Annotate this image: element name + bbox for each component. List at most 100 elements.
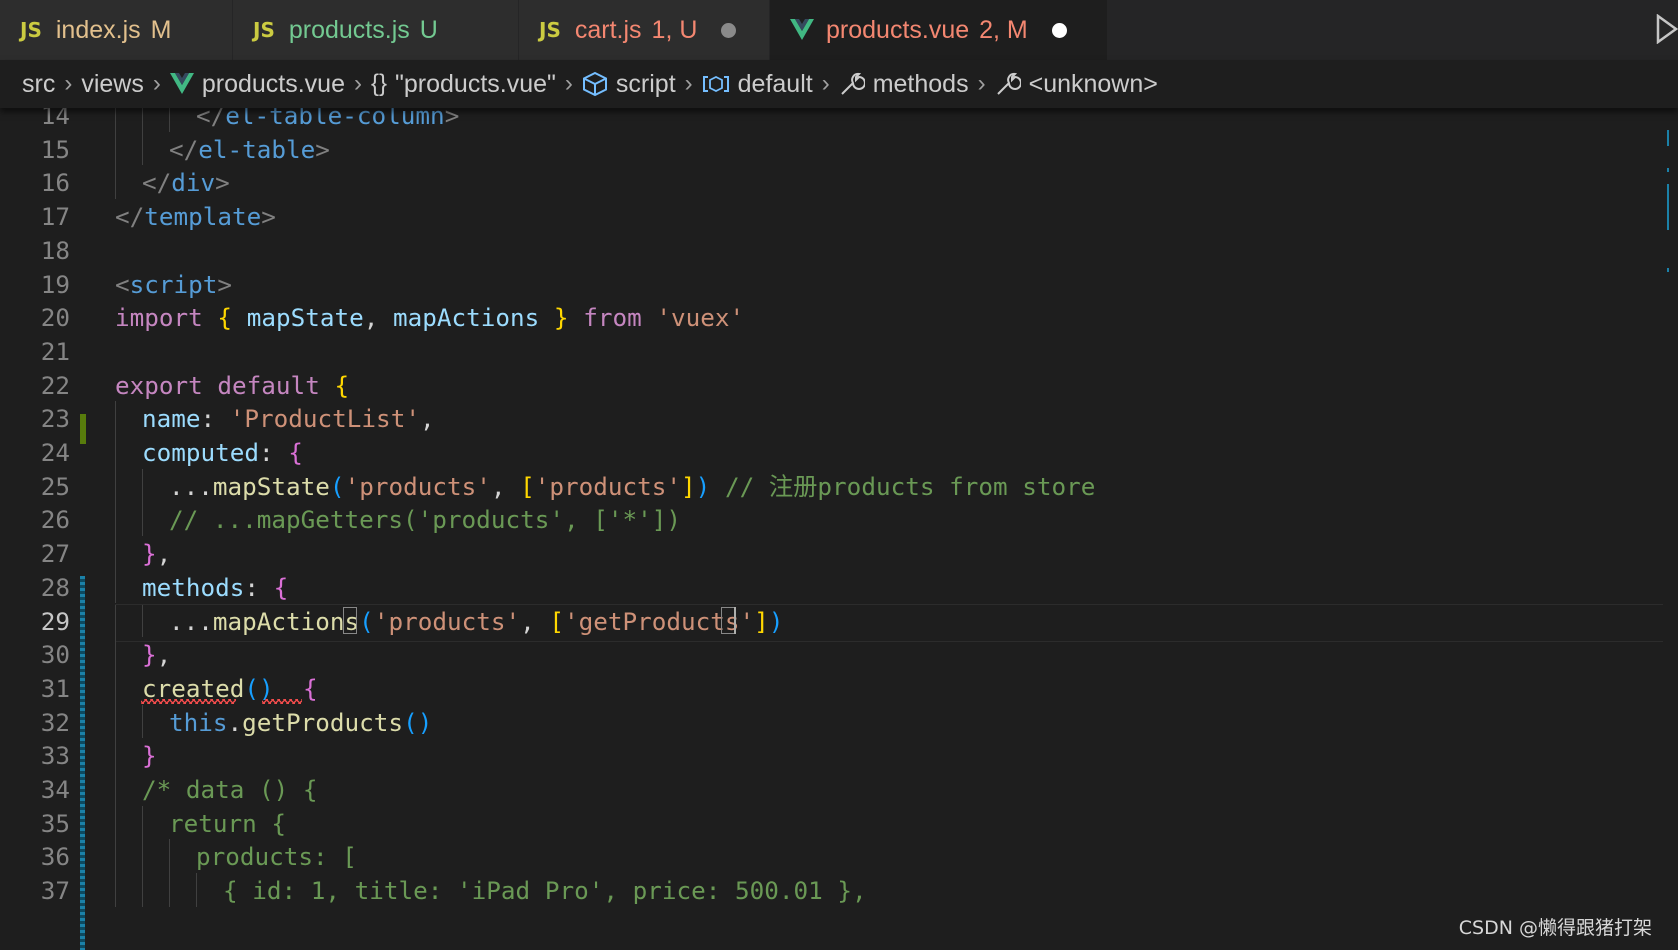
text-cursor (734, 606, 736, 635)
code-line[interactable]: </div> (142, 165, 230, 201)
code-token: : (244, 572, 274, 602)
line-number: 15 (40, 134, 70, 164)
code-token: ( (329, 471, 345, 501)
unsaved-dot-icon[interactable] (721, 22, 737, 38)
code-token: 'products' (373, 606, 521, 636)
code-line[interactable]: methods: { (142, 570, 288, 606)
code-token: { (217, 303, 233, 333)
indent-guide (142, 131, 143, 166)
code-token: from (583, 303, 642, 333)
code-token: el-table (198, 134, 316, 164)
code-line[interactable]: } (142, 738, 157, 774)
overview-ruler (1664, 108, 1678, 950)
line-number: 30 (40, 640, 70, 670)
tab-status: M (150, 15, 172, 44)
code-token: 'ProductList' (229, 404, 420, 434)
line-number: 37 (40, 876, 70, 906)
tab-status: 2, M (979, 15, 1028, 44)
code-token: () (403, 707, 433, 737)
code-token: } (142, 741, 157, 771)
breadcrumb-products-vue[interactable]: products.vue (169, 70, 345, 99)
chevron-right-icon: › (684, 70, 693, 97)
breadcrumb-views[interactable]: views (81, 70, 144, 99)
line-number: 27 (40, 539, 70, 569)
code-token: </ (169, 134, 199, 164)
chevron-right-icon: › (977, 70, 986, 97)
indent-guide (142, 108, 143, 132)
code-token: 'products' (534, 471, 682, 501)
breadcrumb-module[interactable]: {} "products.vue" (371, 70, 556, 99)
tab-cart-js[interactable]: JS cart.js 1, U (519, 0, 770, 60)
run-icon[interactable] (1656, 13, 1678, 49)
tab-products-js[interactable]: JS products.js U (233, 0, 519, 60)
code-line[interactable]: name: 'ProductList', (142, 401, 435, 437)
breadcrumb-src[interactable]: src (22, 70, 55, 99)
breadcrumb-methods[interactable]: methods (839, 70, 969, 99)
indent-guide (115, 108, 116, 132)
code-line[interactable]: this.getProducts() (169, 705, 432, 741)
error-squiggle[interactable] (141, 698, 236, 704)
code-line[interactable]: export default { (115, 368, 349, 404)
code-token: 'products' (344, 471, 491, 501)
unsaved-dot-icon[interactable] (1051, 22, 1067, 38)
code-line[interactable]: }, (142, 536, 171, 572)
watermark: CSDN @懒得跟猪打架 (1458, 917, 1652, 939)
line-number: 24 (40, 438, 70, 467)
code-line[interactable]: // ...mapGetters('products', ['*']) (169, 502, 681, 538)
code-line[interactable]: products: [ (196, 839, 357, 875)
breadcrumb-unknown[interactable]: <unknown> (995, 70, 1158, 99)
code-editor[interactable]: 14 15 16 17 18 19 20 21 22 23 24 25 26 27 28 29 30 31 32 33… (0, 108, 1678, 950)
line-number: 20 (40, 303, 70, 333)
code-line[interactable]: </template> (115, 199, 276, 235)
code-token: [ (549, 606, 564, 636)
indent-guide (142, 468, 143, 503)
line-number: 25 (40, 471, 70, 501)
code-line[interactable]: import { mapState, mapActions } from 'vu… (115, 300, 744, 336)
chevron-right-icon: › (564, 70, 573, 97)
code-token: 'vuex' (656, 303, 745, 333)
code-line[interactable]: computed: { (142, 435, 303, 471)
code-token: name (142, 404, 201, 434)
code-line[interactable]: </el-table> (169, 132, 330, 168)
code-line[interactable]: }, (142, 637, 171, 673)
code-token: ) (768, 606, 784, 636)
code-line[interactable]: /* data () { (142, 772, 318, 808)
code-token: ] (681, 471, 696, 501)
ruler-marker (1667, 268, 1669, 272)
code-line[interactable]: return { (169, 806, 286, 842)
code-token: mapState (212, 471, 330, 501)
code-token: mapActions (393, 303, 540, 333)
code-token: mapActions (212, 606, 360, 636)
code-line[interactable]: ...mapActions('products', ['getProducts'… (169, 604, 783, 640)
tab-products-vue[interactable]: products.vue 2, M (770, 0, 1108, 60)
code-token: return { (169, 808, 287, 838)
code-token: computed (142, 438, 260, 467)
line-number: 28 (40, 572, 70, 602)
indent-guide (142, 704, 143, 739)
code-token: default (217, 370, 320, 400)
code-line[interactable]: <script> (115, 267, 232, 303)
indent-guide (115, 569, 116, 604)
code-line[interactable]: </el-table-column> (196, 108, 459, 134)
code-token: < (115, 269, 130, 299)
line-number: 16 (40, 168, 70, 198)
code-token: , (520, 606, 550, 636)
line-number: 31 (40, 673, 70, 703)
git-added-marker (80, 414, 86, 444)
indent-guide (115, 165, 116, 200)
tab-index-js[interactable]: JS index.js M (0, 0, 233, 60)
error-squiggle[interactable] (262, 698, 302, 704)
code-token: { id: 1, title: 'iPad Pro', price: 500.0… (223, 876, 867, 906)
code-line[interactable]: { id: 1, title: 'iPad Pro', price: 500.0… (223, 873, 867, 909)
js-file-icon: JS (20, 18, 42, 42)
code-token: { (273, 572, 289, 602)
code-line[interactable]: ...mapState('products', ['products']) //… (169, 469, 1095, 505)
code-token: } (142, 640, 157, 670)
code-token: div (171, 168, 216, 198)
breadcrumb-default[interactable]: default (702, 70, 813, 99)
line-number: 19 (40, 269, 70, 299)
git-modified-marker (80, 576, 85, 950)
breadcrumb-script[interactable]: script (582, 70, 676, 99)
tab-label: index.js (55, 15, 141, 44)
